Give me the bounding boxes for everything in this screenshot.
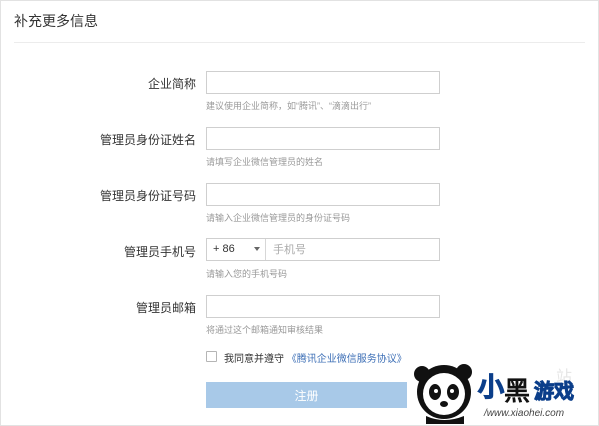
country-code-value: + 86 [213, 243, 235, 255]
admin-name-hint: 请填写企业微信管理员的姓名 [206, 157, 324, 167]
admin-email-input[interactable] [206, 295, 440, 318]
header-divider [14, 42, 585, 43]
panda-icon [414, 364, 472, 424]
admin-id-label: 管理员身份证号码 [99, 189, 196, 203]
agreement-text: 我同意并遵守 《腾讯企业微信服务协议》 [224, 350, 407, 365]
admin-phone-hint: 请输入您的手机号码 [206, 269, 288, 279]
admin-email-hint: 将通过这个邮箱通知审核结果 [206, 325, 324, 335]
phone-field-group: + 86 [206, 238, 440, 261]
country-code-select[interactable]: + 86 [207, 239, 266, 260]
page-title: 补充更多信息 [14, 13, 98, 29]
chevron-down-icon [254, 247, 260, 251]
company-short-input[interactable] [206, 71, 440, 94]
svg-text:黑: 黑 [504, 376, 530, 406]
svg-text:小: 小 [478, 372, 504, 402]
agreement-prefix: 我同意并遵守 [224, 354, 284, 365]
register-button[interactable]: 注册 [206, 382, 407, 408]
watermark-logo: 站 小 黑 游戏 /www.xiaohei.com [414, 364, 575, 424]
agreement-link[interactable]: 《腾讯企业微信服务协议》 [287, 354, 407, 365]
company-short-label: 企业简称 [147, 77, 196, 91]
company-short-hint: 建议使用企业简称，如“腾讯”、“滴滴出行” [206, 101, 371, 111]
svg-text:/www.xiaohei.com: /www.xiaohei.com [483, 408, 564, 419]
admin-id-hint: 请输入企业微信管理员的身份证号码 [206, 213, 351, 223]
admin-phone-label: 管理员手机号 [123, 245, 196, 259]
admin-name-input[interactable] [206, 127, 440, 150]
admin-name-label: 管理员身份证姓名 [99, 133, 196, 147]
phone-number-input[interactable] [267, 239, 439, 260]
agreement-checkbox[interactable] [206, 351, 217, 362]
svg-text:游戏: 游戏 [534, 379, 574, 403]
admin-email-label: 管理员邮箱 [135, 301, 196, 315]
admin-id-input[interactable] [206, 183, 440, 206]
